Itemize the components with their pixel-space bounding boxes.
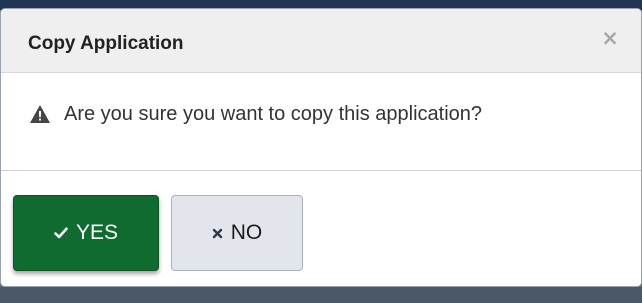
no-button-label: NO bbox=[230, 221, 263, 244]
dialog-footer: YES NO bbox=[1, 171, 641, 286]
yes-button[interactable]: YES bbox=[13, 195, 159, 271]
close-button[interactable]: × bbox=[599, 27, 621, 49]
confirmation-message: Are you sure you want to copy this appli… bbox=[64, 103, 483, 125]
copy-application-dialog: Copy Application × Are you sure you want… bbox=[0, 8, 642, 287]
x-icon bbox=[212, 228, 223, 239]
yes-button-label: YES bbox=[75, 221, 119, 244]
dialog-body: Are you sure you want to copy this appli… bbox=[1, 73, 641, 171]
background-page-bottom bbox=[0, 287, 642, 303]
dialog-title: Copy Application bbox=[28, 33, 184, 54]
no-button[interactable]: NO bbox=[171, 195, 303, 271]
check-icon bbox=[54, 227, 68, 239]
warning-triangle-icon bbox=[29, 104, 51, 124]
dialog-header: Copy Application × bbox=[1, 9, 641, 73]
